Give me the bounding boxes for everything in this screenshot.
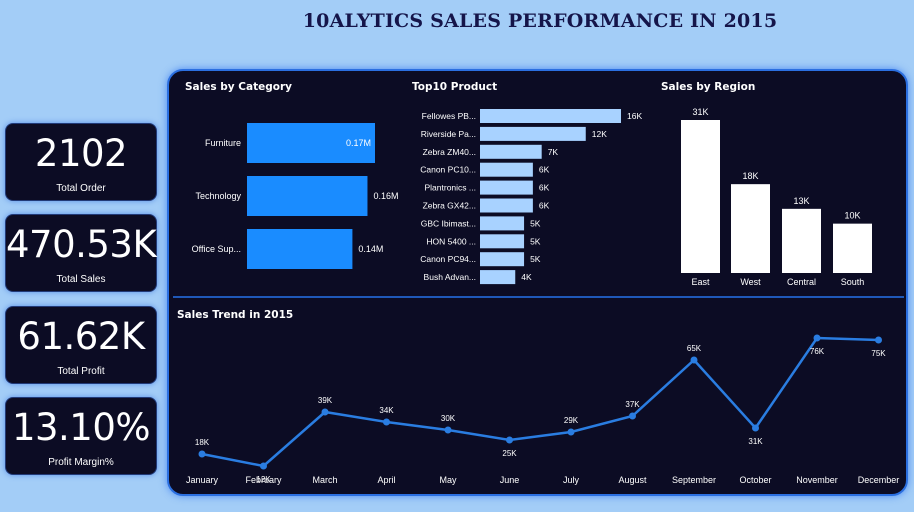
trend-x-tick-label: January	[186, 475, 219, 485]
trend-x-tick-label: November	[796, 475, 838, 485]
region-value-label: 10K	[844, 211, 860, 221]
trend-value-label: 76K	[810, 347, 825, 356]
trend-point	[198, 450, 206, 458]
trend-value-label: 30K	[441, 414, 456, 423]
category-value-label: 0.17M	[346, 138, 371, 148]
trend-x-tick-label: December	[858, 475, 900, 485]
trend-x-tick-label: March	[312, 475, 337, 485]
product-value-label: 5K	[530, 218, 541, 228]
trend-value-label: 37K	[625, 400, 640, 409]
product-bar	[480, 216, 525, 231]
product-bar	[480, 252, 525, 267]
category-label: Office Sup...	[192, 244, 241, 254]
product-label: Zebra GX42...	[423, 201, 476, 211]
trend-x-tick-label: July	[563, 475, 580, 485]
trend-x-tick-label: June	[500, 475, 520, 485]
trend-value-label: 75K	[871, 349, 886, 358]
category-label: Furniture	[205, 138, 241, 148]
product-bar	[480, 198, 533, 213]
trend-point	[321, 408, 329, 416]
trend-value-label: 25K	[502, 449, 517, 458]
region-label: West	[740, 277, 761, 287]
trend-x-tick-label: September	[672, 475, 716, 485]
product-label: Plantronics ...	[425, 183, 477, 193]
product-bar	[480, 109, 621, 123]
trend-point	[752, 424, 759, 432]
region-label: East	[691, 277, 710, 287]
product-value-label: 6K	[539, 183, 550, 193]
product-value-label: 5K	[530, 236, 541, 246]
region-value-label: 13K	[793, 196, 809, 206]
region-value-label: 18K	[742, 171, 758, 181]
trend-point	[444, 426, 452, 434]
trend-x-tick-label: April	[377, 475, 395, 485]
trend-value-label: 18K	[195, 438, 210, 447]
trend-value-label: 31K	[748, 437, 763, 446]
trend-line	[201, 336, 879, 468]
product-value-label: 6K	[539, 201, 550, 211]
trend-value-label: 65K	[687, 344, 702, 353]
region-bar	[681, 120, 720, 273]
product-label: Canon PC94...	[420, 254, 476, 264]
region-bar	[782, 208, 821, 273]
product-label: Fellowes PB...	[422, 111, 476, 121]
category-value-label: 0.16M	[373, 191, 398, 201]
product-value-label: 7K	[548, 147, 559, 157]
region-label: South	[841, 277, 865, 287]
trend-x-tick-label: February	[245, 475, 282, 485]
category-value-label: 0.14M	[358, 244, 383, 254]
product-label: GBC Ibimast...	[421, 218, 476, 228]
region-bar	[833, 223, 872, 273]
trend-x-tick-label: May	[439, 475, 457, 485]
trend-point	[383, 418, 390, 426]
product-bar	[480, 270, 516, 285]
product-bar	[480, 162, 533, 177]
trend-point	[690, 356, 698, 364]
trend-value-label: 39K	[318, 396, 333, 405]
region-label: Central	[787, 277, 816, 287]
region-value-label: 31K	[692, 107, 708, 117]
region-bar	[731, 184, 770, 273]
product-label: Canon PC10...	[420, 165, 476, 175]
product-label: HON 5400 ...	[426, 236, 476, 246]
product-bar	[480, 144, 542, 159]
category-label: Technology	[195, 191, 241, 201]
trend-x-tick-label: August	[618, 475, 647, 485]
trend-value-label: 34K	[379, 406, 394, 415]
product-value-label: 16K	[627, 111, 642, 121]
trend-point	[875, 336, 882, 344]
product-label: Zebra ZM40...	[423, 147, 476, 157]
category-bar	[247, 176, 368, 216]
trend-point	[506, 436, 513, 444]
product-value-label: 12K	[592, 129, 607, 139]
trend-point	[813, 334, 821, 342]
product-value-label: 6K	[539, 165, 550, 175]
trend-point	[629, 412, 636, 420]
trend-point	[260, 462, 267, 470]
category-bar	[247, 229, 353, 269]
product-label: Bush Advan...	[424, 272, 476, 282]
product-bar	[480, 180, 533, 195]
trend-value-label: 29K	[564, 416, 579, 425]
charts-canvas: Furniture 0.17M Technology 0.16M Office Sup.…	[186, 107, 900, 485]
product-bar	[480, 126, 586, 141]
product-label: Riverside Pa...	[421, 129, 476, 139]
product-value-label: 5K	[530, 254, 541, 264]
product-value-label: 4K	[521, 272, 532, 282]
trend-x-tick-label: October	[739, 475, 771, 485]
trend-point	[567, 428, 575, 436]
product-bar	[480, 234, 525, 249]
